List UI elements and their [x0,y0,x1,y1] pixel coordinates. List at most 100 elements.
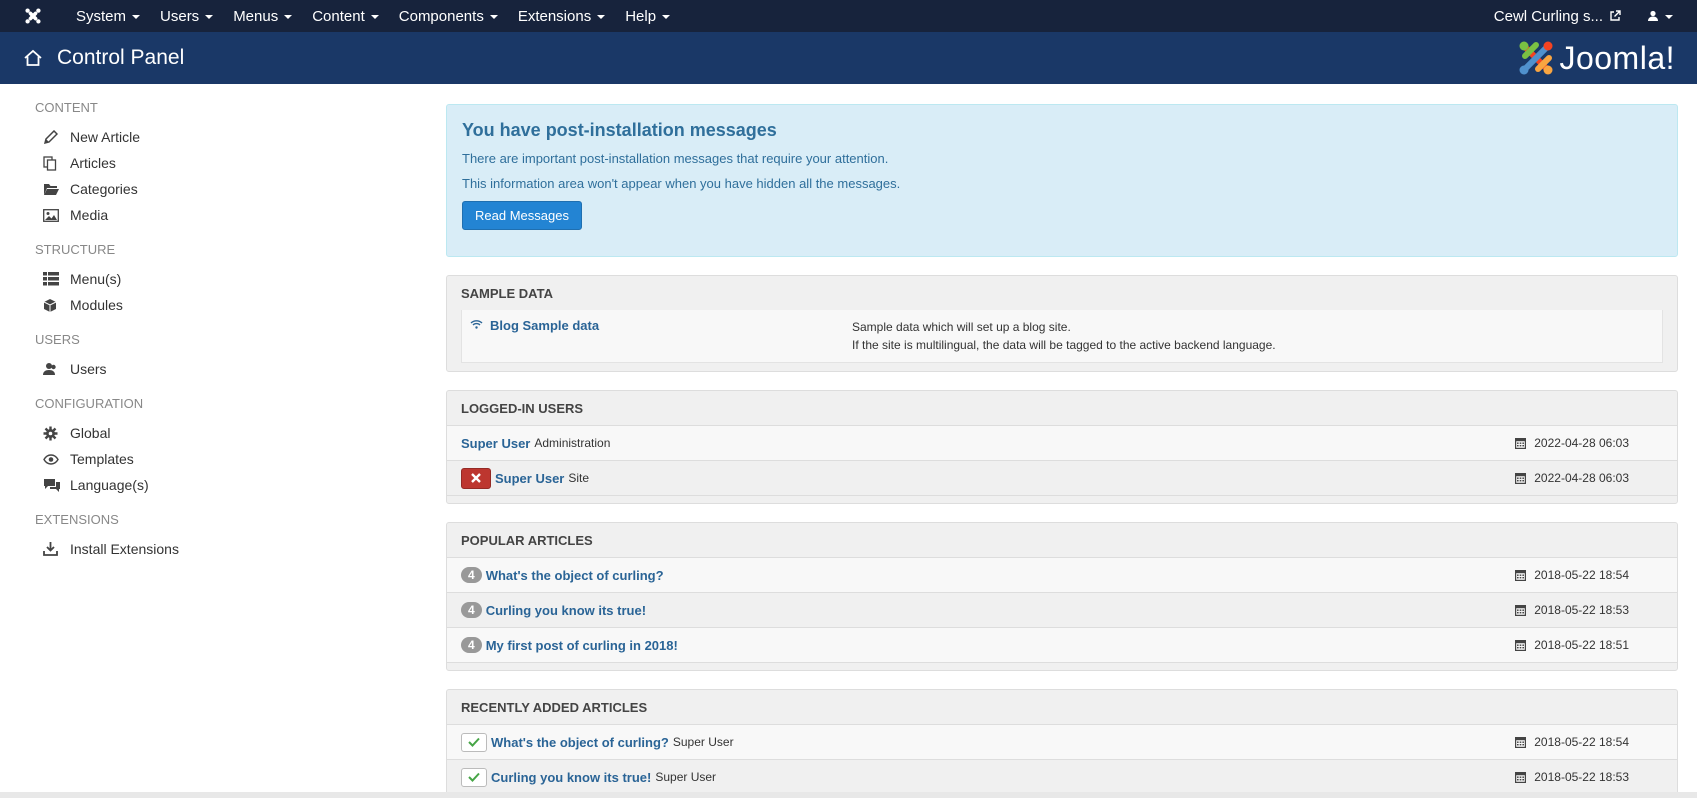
alert-text: There are important post-installation me… [462,151,889,166]
table-row: 4 What's the object of curling? 2018-05-… [447,557,1677,592]
site-name: Cewl Curling s... [1493,7,1603,25]
external-link-icon [1609,10,1621,22]
caret-down-icon [132,15,141,19]
table-row: Super User Site 2022-04-28 06:03 [447,460,1677,495]
panel-title: RECENTLY ADDED ARTICLES [461,700,648,715]
panel-footer [447,495,1677,503]
sidebar-item-media[interactable]: Media [35,202,395,228]
sidebar-item-new-article[interactable]: New Article [35,124,395,150]
read-messages-button[interactable]: Read Messages [462,201,582,230]
main-content: You have post-installation messages Ther… [446,104,1678,795]
row-date: 2022-04-28 06:03 [1515,471,1629,485]
row-date: 2022-04-28 06:03 [1515,436,1629,450]
sidebar-item-modules[interactable]: Modules [35,292,395,318]
sidebar-item-categories[interactable]: Categories [35,176,395,202]
menu-content[interactable]: Content [302,0,389,32]
calendar-icon [1515,569,1527,581]
user-icon [1647,10,1659,22]
menu-components[interactable]: Components [389,0,508,32]
row-date: 2018-05-22 18:53 [1515,603,1629,617]
calendar-icon [1515,604,1527,616]
article-link[interactable]: Curling you know its true! [486,603,646,618]
logout-button[interactable] [461,467,491,489]
table-row: Curling you know its true! Super User 20… [447,759,1677,794]
calendar-icon [1515,771,1527,783]
calendar-icon [1515,437,1527,449]
user-menu[interactable] [1635,10,1697,22]
table-row: 4 My first post of curling in 2018! 2018… [447,627,1677,662]
caret-down-icon [1665,15,1673,19]
article-link[interactable]: What's the object of curling? [486,568,664,583]
comments-icon [43,478,63,493]
date-text: 2018-05-22 18:54 [1534,568,1629,582]
menu-label: Menus [233,7,279,25]
alert-text: This information area won't appear when … [462,176,901,191]
sidebar-item-label: Articles [70,155,116,171]
sidebar-section-users: USERS Users [35,332,395,382]
main-menu: System Users Menus Content Components Ex… [66,0,680,32]
home-icon [23,49,43,67]
sidebar-section-extensions: EXTENSIONS Install Extensions [35,512,395,562]
users-icon [43,362,63,376]
article-link[interactable]: What's the object of curling? [491,735,669,750]
panel-title: SAMPLE DATA [461,286,553,301]
joomla-brand-icon [1519,41,1553,75]
sidebar-item-label: Menu(s) [70,271,122,287]
wifi-icon [470,319,483,329]
sidebar-item-templates[interactable]: Templates [35,446,395,472]
blog-sample-data-link[interactable]: Blog Sample data [490,318,599,333]
sidebar-item-global[interactable]: Global [35,420,395,446]
sidebar-section-configuration: CONFIGURATION Global Templates Language(… [35,396,395,498]
calendar-icon [1515,639,1527,651]
sidebar-item-menus[interactable]: Menu(s) [35,266,395,292]
menu-help[interactable]: Help [615,0,680,32]
menu-label: Content [312,7,365,25]
folder-open-icon [43,183,63,196]
sidebar-section-structure: STRUCTURE Menu(s) Modules [35,242,395,318]
brand-name: Joomla! [1559,39,1675,76]
publish-toggle[interactable] [461,732,487,752]
article-link[interactable]: My first post of curling in 2018! [486,638,678,653]
sidebar-item-users[interactable]: Users [35,356,395,382]
menu-users[interactable]: Users [150,0,223,32]
pencil-icon [43,129,63,145]
article-link[interactable]: Curling you know its true! [491,770,651,785]
user-link[interactable]: Super User [495,471,564,486]
sample-data-item: Blog Sample data [470,318,852,354]
joomla-logo-icon[interactable] [0,0,66,32]
calendar-icon [1515,472,1527,484]
sample-desc-line: If the site is multilingual, the data wi… [852,338,1276,352]
alert-heading: You have post-installation messages [462,120,777,140]
top-navbar: System Users Menus Content Components Ex… [0,0,1697,32]
menu-system[interactable]: System [66,0,150,32]
date-text: 2022-04-28 06:03 [1534,436,1629,450]
menu-extensions[interactable]: Extensions [508,0,615,32]
cube-icon [43,298,63,313]
client-label: Administration [534,436,611,450]
page-title: Control Panel [57,46,185,69]
date-text: 2018-05-22 18:51 [1534,638,1629,652]
download-icon [43,542,63,556]
sidebar-item-label: Templates [70,451,134,467]
hits-badge: 4 [461,637,482,653]
check-icon [468,772,480,782]
date-text: 2018-05-22 18:53 [1534,603,1629,617]
user-link[interactable]: Super User [461,436,530,451]
site-link[interactable]: Cewl Curling s... [1480,8,1635,25]
sidebar-item-languages[interactable]: Language(s) [35,472,395,498]
sidebar-item-label: Users [70,361,107,377]
navbar-right: Cewl Curling s... [1480,0,1697,32]
caret-down-icon [205,15,214,19]
sidebar-item-label: Media [70,207,109,223]
author-label: Super User [672,735,734,749]
horizontal-scrollbar[interactable] [0,792,1697,798]
sidebar-item-label: Categories [70,181,138,197]
menu-menus[interactable]: Menus [223,0,302,32]
caret-down-icon [597,15,606,19]
sidebar-section-title: CONTENT [35,100,98,115]
sidebar-item-articles[interactable]: Articles [35,150,395,176]
table-row: What's the object of curling? Super User… [447,724,1677,759]
sidebar-item-install-extensions[interactable]: Install Extensions [35,536,395,562]
sidebar: CONTENT New Article Articles Categories … [35,100,395,576]
publish-toggle[interactable] [461,767,487,787]
